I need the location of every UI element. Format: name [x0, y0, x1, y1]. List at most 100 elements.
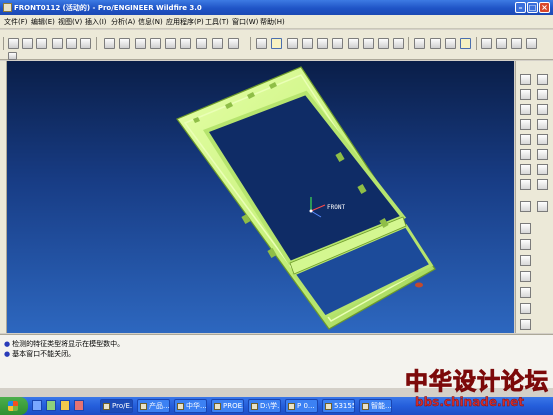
repaint-icon[interactable] [256, 38, 267, 49]
orient-mode-icon[interactable] [287, 38, 298, 49]
hidden-line-icon[interactable] [430, 38, 441, 49]
menu-view[interactable]: 视图(V) [58, 17, 82, 27]
shading-icon[interactable] [460, 38, 471, 49]
sketch-tool-icon[interactable] [520, 119, 531, 130]
copy-icon[interactable] [150, 38, 161, 49]
app-icon [362, 403, 369, 410]
close-button[interactable]: × [539, 2, 550, 13]
datum-curve-tool-icon[interactable] [520, 89, 531, 100]
taskbar-item[interactable]: D:\学... [248, 399, 281, 413]
save-icon[interactable] [36, 38, 47, 49]
no-hidden-icon[interactable] [445, 38, 456, 49]
mirror-tool-icon[interactable] [520, 239, 531, 250]
wireframe-icon[interactable] [414, 38, 425, 49]
window-title: FRONT0112 (活动的) - Pro/ENGINEER Wildfire … [14, 4, 202, 12]
menu-file[interactable]: 文件(F) [4, 17, 28, 27]
message-line: ● 检测的特征类型将显示在模型数中。 [4, 339, 124, 349]
thicken-tool-icon[interactable] [520, 319, 531, 330]
paste-special-icon[interactable] [180, 38, 191, 49]
view-manager-icon[interactable] [393, 38, 404, 49]
feature-toolbar [515, 61, 553, 333]
windows-logo-icon [8, 401, 18, 411]
variable-section-icon[interactable] [537, 149, 548, 160]
context-help-icon[interactable] [8, 52, 17, 60]
menu-applications[interactable]: 应用程序(P) [166, 17, 204, 27]
quick-launch-icon[interactable] [46, 400, 56, 411]
blend-tool-icon[interactable] [520, 149, 531, 160]
menu-window[interactable]: 窗口(W) [232, 17, 258, 27]
paste-icon[interactable] [165, 38, 176, 49]
draft-tool-icon[interactable] [537, 179, 548, 190]
site-watermark: 中华设计论坛 bbs.chinade.net [405, 362, 553, 415]
datum-points-icon[interactable] [511, 38, 522, 49]
menu-analysis[interactable]: 分析(A) [111, 17, 135, 27]
taskbar-item[interactable]: 产品... [137, 399, 170, 413]
graphics-window[interactable]: FRONT [7, 61, 514, 333]
layers-icon[interactable] [378, 38, 389, 49]
merge-tool-icon[interactable] [520, 255, 531, 266]
open-folder-icon[interactable] [22, 38, 33, 49]
print-icon[interactable] [52, 38, 63, 49]
menu-edit[interactable]: 编辑(E) [31, 17, 55, 27]
message-text: 基本窗口不能关闭。 [12, 350, 76, 358]
start-button[interactable] [0, 397, 28, 415]
offset-tool-icon[interactable] [520, 303, 531, 314]
menu-insert[interactable]: 插入(I) [85, 17, 107, 27]
sweep-tool-icon[interactable] [537, 134, 548, 145]
maximize-button[interactable]: □ [527, 2, 538, 13]
find-icon[interactable] [212, 38, 223, 49]
toolbar [0, 30, 553, 60]
zoom-out-icon[interactable] [317, 38, 328, 49]
taskbar-item-proe[interactable]: Pro/E... [100, 399, 133, 413]
taskbar-item[interactable]: 53155... [322, 399, 355, 413]
extend-tool-icon[interactable] [520, 287, 531, 298]
datum-plane-tool-icon[interactable] [520, 74, 531, 85]
undo-icon[interactable] [104, 38, 115, 49]
hole-tool-icon[interactable] [520, 164, 531, 175]
part-model [176, 66, 436, 330]
coordinate-systems-icon[interactable] [526, 38, 537, 49]
minimize-button[interactable]: – [515, 2, 526, 13]
new-file-icon[interactable] [8, 38, 19, 49]
navigator-strip[interactable] [0, 61, 7, 333]
menu-info[interactable]: 信息(N) [138, 17, 163, 27]
taskbar-item[interactable]: 中华... [174, 399, 207, 413]
reorient-icon[interactable] [348, 38, 359, 49]
datum-axis-tool-icon[interactable] [537, 74, 548, 85]
extrude-tool-icon[interactable] [537, 119, 548, 130]
model-canvas [176, 66, 436, 330]
saved-views-icon[interactable] [363, 38, 374, 49]
menu-tools[interactable]: 工具(T) [205, 17, 229, 27]
datum-axes-icon[interactable] [496, 38, 507, 49]
quick-launch-icon[interactable] [60, 400, 70, 411]
app-icon [3, 3, 12, 12]
revolve-tool-icon[interactable] [520, 134, 531, 145]
rib-tool-icon[interactable] [520, 179, 531, 190]
shell-tool-icon[interactable] [537, 164, 548, 175]
pattern-tool-icon[interactable] [520, 223, 531, 234]
menu-help[interactable]: 帮助(H) [260, 17, 285, 27]
taskbar-item[interactable]: P 0... [285, 399, 318, 413]
select-box-icon[interactable] [228, 38, 239, 49]
regenerate-icon[interactable] [196, 38, 207, 49]
quick-launch-icon[interactable] [74, 400, 84, 411]
email-link-icon[interactable] [80, 38, 91, 49]
taskbar-item[interactable]: 智能... [359, 399, 392, 413]
redo-icon[interactable] [119, 38, 130, 49]
spin-center-icon[interactable] [271, 38, 282, 49]
email-icon[interactable] [66, 38, 77, 49]
zoom-in-icon[interactable] [302, 38, 313, 49]
cut-icon[interactable] [135, 38, 146, 49]
coordinate-label: FRONT [327, 204, 346, 211]
round-tool-icon[interactable] [520, 201, 531, 212]
coordinate-tool-icon[interactable] [520, 104, 531, 115]
chamfer-tool-icon[interactable] [537, 201, 548, 212]
datum-point-tool-icon[interactable] [537, 89, 548, 100]
show-desktop-icon[interactable] [32, 400, 42, 411]
datum-planes-icon[interactable] [481, 38, 492, 49]
trim-tool-icon[interactable] [520, 271, 531, 282]
watermark-url: bbs.chinade.net [415, 395, 524, 409]
refit-icon[interactable] [332, 38, 343, 49]
analysis-tool-icon[interactable] [537, 104, 548, 115]
taskbar-item[interactable]: PROE... [211, 399, 244, 413]
